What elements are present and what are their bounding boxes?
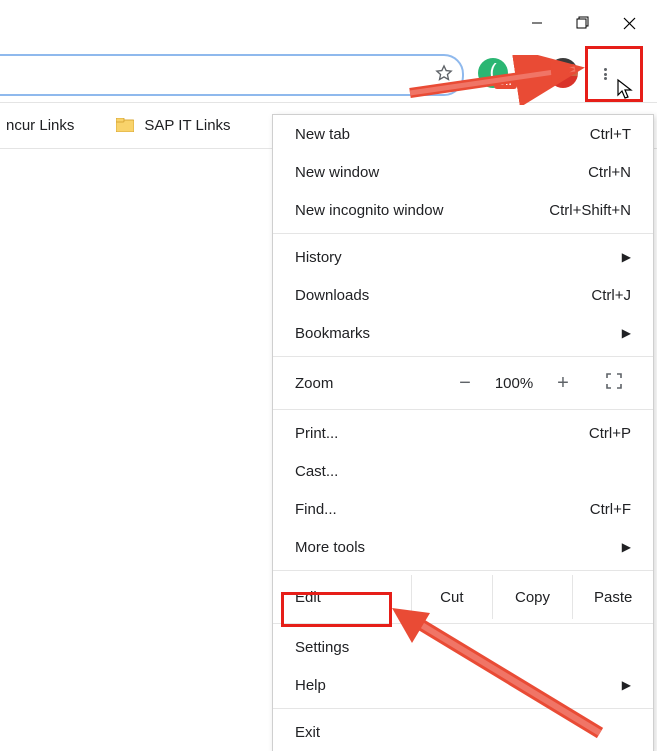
extension-off-badge: off xyxy=(494,76,517,89)
menu-item-print[interactable]: Print...Ctrl+P xyxy=(273,414,653,452)
window-restore-button[interactable] xyxy=(560,8,606,38)
edit-cut-button[interactable]: Cut xyxy=(411,575,492,619)
menu-item-cast[interactable]: Cast... xyxy=(273,452,653,490)
bookmark-folder-2[interactable]: SAP IT Links xyxy=(110,113,236,138)
folder-icon xyxy=(116,118,134,132)
browser-toolbar: ( off xyxy=(0,46,657,103)
menu-item-find[interactable]: Find...Ctrl+F xyxy=(273,490,653,528)
bookmark-label: SAP IT Links xyxy=(144,117,230,134)
menu-item-zoom: Zoom − 100% + xyxy=(273,361,653,405)
chrome-menu-button[interactable] xyxy=(588,57,622,91)
menu-item-new-window[interactable]: New windowCtrl+N xyxy=(273,153,653,191)
zoom-in-button[interactable]: + xyxy=(543,372,583,395)
chevron-right-icon: ▶ xyxy=(485,250,631,264)
menu-item-new-incognito[interactable]: New incognito windowCtrl+Shift+N xyxy=(273,191,653,229)
chevron-right-icon: ▶ xyxy=(485,326,631,340)
address-bar[interactable] xyxy=(0,54,464,96)
menu-item-exit[interactable]: Exit xyxy=(273,713,653,751)
fullscreen-button[interactable] xyxy=(597,373,631,393)
window-close-button[interactable] xyxy=(606,8,652,38)
window-minimize-button[interactable] xyxy=(514,8,560,38)
profile-avatar[interactable] xyxy=(548,58,578,88)
bookmark-star-icon[interactable] xyxy=(434,63,454,87)
bookmark-label: ncur Links xyxy=(6,117,74,134)
menu-item-bookmarks[interactable]: Bookmarks▶ xyxy=(273,314,653,352)
menu-item-downloads[interactable]: DownloadsCtrl+J xyxy=(273,276,653,314)
edit-copy-button[interactable]: Copy xyxy=(492,575,573,619)
chevron-right-icon: ▶ xyxy=(485,678,631,692)
chevron-right-icon: ▶ xyxy=(485,540,631,554)
menu-item-edit-row: Edit Cut Copy Paste xyxy=(273,575,653,619)
edit-paste-button[interactable]: Paste xyxy=(572,575,653,619)
menu-item-more-tools[interactable]: More tools▶ xyxy=(273,528,653,566)
bookmark-folder-1[interactable]: ncur Links xyxy=(0,113,80,138)
menu-item-help[interactable]: Help▶ xyxy=(273,666,653,704)
chrome-menu: New tabCtrl+T New windowCtrl+N New incog… xyxy=(272,114,654,751)
menu-item-new-tab[interactable]: New tabCtrl+T xyxy=(273,115,653,153)
zoom-level: 100% xyxy=(485,375,543,392)
menu-item-settings[interactable]: Settings xyxy=(273,628,653,666)
zoom-out-button[interactable]: − xyxy=(445,372,485,395)
menu-item-history[interactable]: History▶ xyxy=(273,238,653,276)
